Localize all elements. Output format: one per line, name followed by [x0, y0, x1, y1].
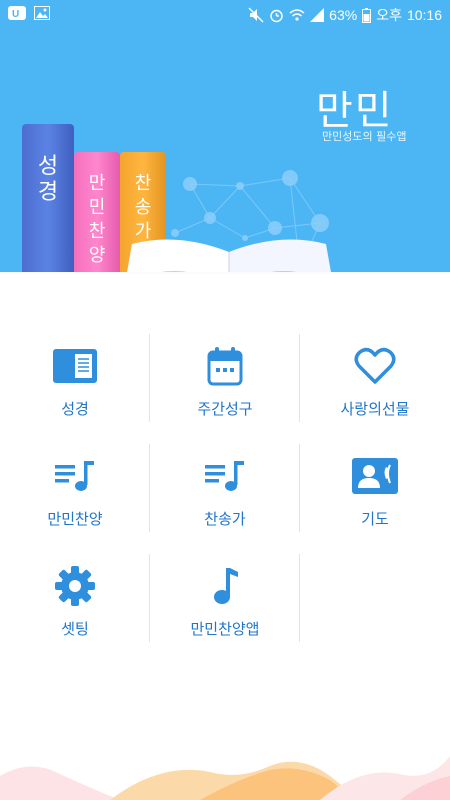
battery-icon	[362, 7, 372, 23]
signal-icon	[310, 8, 325, 22]
heart-icon	[351, 342, 399, 390]
mute-icon	[248, 7, 264, 23]
menu-item-gift-of-love[interactable]: 사랑의선물	[300, 330, 450, 440]
status-time: 10:16	[406, 7, 442, 23]
menu-row: 셋팅 만민찬양앱	[0, 550, 450, 660]
prayer-contact-icon	[351, 452, 399, 500]
book-manmin-praise-label: 만 민 찬 양	[88, 173, 106, 266]
wifi-icon	[289, 8, 305, 22]
gear-icon	[51, 562, 99, 610]
open-book-illustration	[126, 239, 332, 274]
menu-item-settings[interactable]: 셋팅	[0, 550, 150, 660]
book-manmin-praise: 만 민 찬 양	[74, 152, 120, 274]
menu-item-bible[interactable]: 성경	[0, 330, 150, 440]
mountains-decoration	[0, 756, 450, 800]
menu-label-prayer: 기도	[361, 510, 389, 528]
hero-banner: 만민 만민성도의 필수앱 성 경 만 민 찬 양 찬 송 가	[0, 28, 450, 274]
menu-grid: 성경 주간성구 사랑의선물 만민찬양 찬송가 기도 셋팅 만민찬양앱	[0, 330, 450, 660]
menu-item-manmin-praise-app[interactable]: 만민찬양앱	[150, 550, 300, 660]
menu-item-prayer[interactable]: 기도	[300, 440, 450, 550]
svg-text:U: U	[12, 9, 19, 20]
menu-item-manmin-praise[interactable]: 만민찬양	[0, 440, 150, 550]
menu-label-settings: 셋팅	[61, 620, 89, 638]
music-list-icon	[201, 452, 249, 500]
menu-label-manmin-praise: 만민찬양	[47, 510, 103, 528]
menu-label-bible: 성경	[61, 400, 89, 418]
image-notification-icon	[34, 6, 50, 20]
menu-label-weekly-verse: 주간성구	[197, 400, 253, 418]
status-left: U	[8, 5, 50, 21]
music-list-icon	[51, 452, 99, 500]
menu-label-manmin-praise-app: 만민찬양앱	[190, 620, 260, 638]
menu-item-weekly-verse[interactable]: 주간성구	[150, 330, 300, 440]
status-right: 63% 오후 10:16	[248, 5, 442, 25]
battery-percent: 63%	[329, 7, 358, 23]
hero-bottom-strip	[0, 272, 450, 274]
notification-app-icon: U	[8, 5, 26, 21]
menu-label-hymnal: 찬송가	[204, 510, 246, 528]
bible-icon	[51, 342, 99, 390]
alarm-icon	[269, 8, 284, 23]
menu-label-gift-of-love: 사랑의선물	[340, 400, 410, 418]
status-ampm: 오후	[376, 7, 402, 23]
book-bible-label: 성 경	[37, 154, 59, 205]
music-note-icon	[201, 562, 249, 610]
book-bible: 성 경	[22, 124, 74, 274]
app-subtitle: 만민성도의 필수앱	[322, 130, 407, 143]
status-bar: U 63% 오후 10:16	[0, 0, 450, 28]
calendar-icon	[201, 342, 249, 390]
menu-row: 성경 주간성구 사랑의선물	[0, 330, 450, 440]
menu-empty-cell	[300, 550, 450, 660]
menu-item-hymnal[interactable]: 찬송가	[150, 440, 300, 550]
menu-row: 만민찬양 찬송가 기도	[0, 440, 450, 550]
